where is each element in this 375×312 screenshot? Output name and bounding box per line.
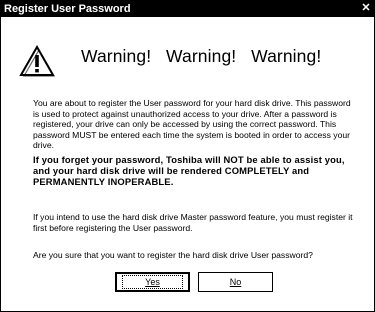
no-button-label: No bbox=[229, 277, 242, 287]
yes-button-label: Yes bbox=[122, 275, 183, 289]
info-paragraph: You are about to register the User passw… bbox=[33, 98, 351, 151]
no-button[interactable]: No bbox=[198, 272, 273, 292]
register-user-password-dialog: Register User Password ✕ Warning! Warnin… bbox=[0, 0, 375, 312]
warning-headline: Warning! Warning! Warning! bbox=[81, 46, 322, 66]
title-bar: Register User Password ✕ bbox=[1, 1, 374, 17]
confirmation-question: Are you sure that you want to register t… bbox=[33, 250, 313, 260]
yes-button[interactable]: Yes bbox=[115, 272, 190, 292]
close-icon[interactable]: ✕ bbox=[360, 2, 372, 14]
master-password-note: If you intend to use the hard disk drive… bbox=[33, 212, 353, 233]
warning-icon-wrap bbox=[19, 45, 55, 77]
window-title: Register User Password bbox=[4, 3, 131, 15]
exclamation-triangle-icon bbox=[19, 45, 55, 77]
warning-paragraph: If you forget your password, Toshiba wil… bbox=[33, 154, 345, 187]
